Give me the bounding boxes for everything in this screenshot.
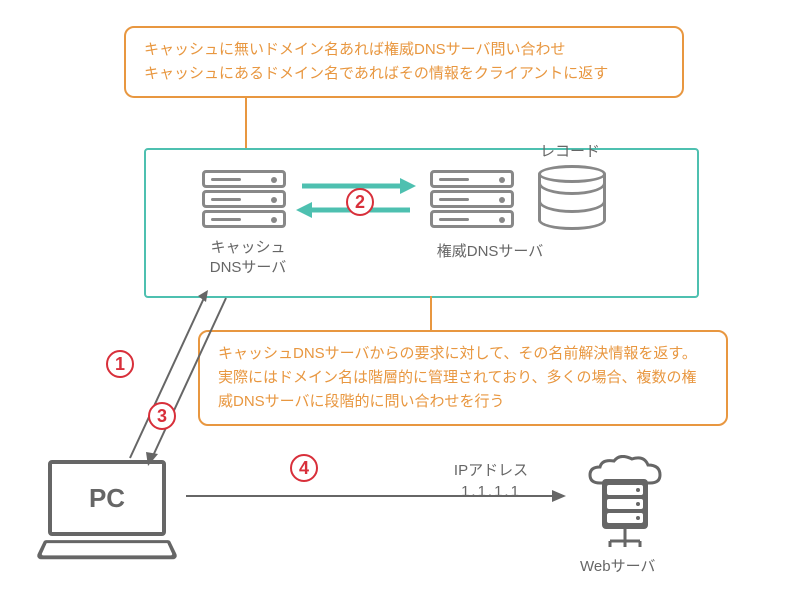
pc-cache-arrows <box>110 290 230 470</box>
auth-dns-server-label: 権威DNSサーバ <box>420 240 560 261</box>
callout-text: キャッシュに無いドメイン名あれば権威DNSサーバ問い合わせ キャッシュにあるドメ… <box>144 41 608 82</box>
callout-cache-behavior: キャッシュに無いドメイン名あれば権威DNSサーバ問い合わせ キャッシュにあるドメ… <box>124 26 684 98</box>
auth-dns-server-icon <box>430 170 514 230</box>
record-label: レコード <box>540 140 600 161</box>
pc-label: PC <box>89 483 125 514</box>
callout-connector-top <box>245 98 247 148</box>
web-server-label: Webサーバ <box>580 555 655 576</box>
cache-dns-server-label: キャッシュ DNSサーバ <box>198 238 298 277</box>
database-icon <box>538 165 606 233</box>
cache-dns-server-icon <box>202 170 286 230</box>
step-3-badge: 3 <box>148 402 176 430</box>
step-4-badge: 4 <box>290 454 318 482</box>
ip-address-label: IPアドレス 1.1.1.1 <box>436 460 546 502</box>
ip-value: 1.1.1.1 <box>461 483 521 500</box>
ip-title: IPアドレス <box>454 462 528 479</box>
callout-connector-mid <box>430 296 432 330</box>
callout-text: キャッシュDNSサーバからの要求に対して、その名前解決情報を返す。実際にはドメイ… <box>218 345 697 410</box>
step-2-badge: 2 <box>346 188 374 216</box>
web-server-icon <box>580 455 670 560</box>
callout-auth-behavior: キャッシュDNSサーバからの要求に対して、その名前解決情報を返す。実際にはドメイ… <box>198 330 728 426</box>
pc-icon: PC <box>48 460 178 560</box>
step-1-badge: 1 <box>106 350 134 378</box>
